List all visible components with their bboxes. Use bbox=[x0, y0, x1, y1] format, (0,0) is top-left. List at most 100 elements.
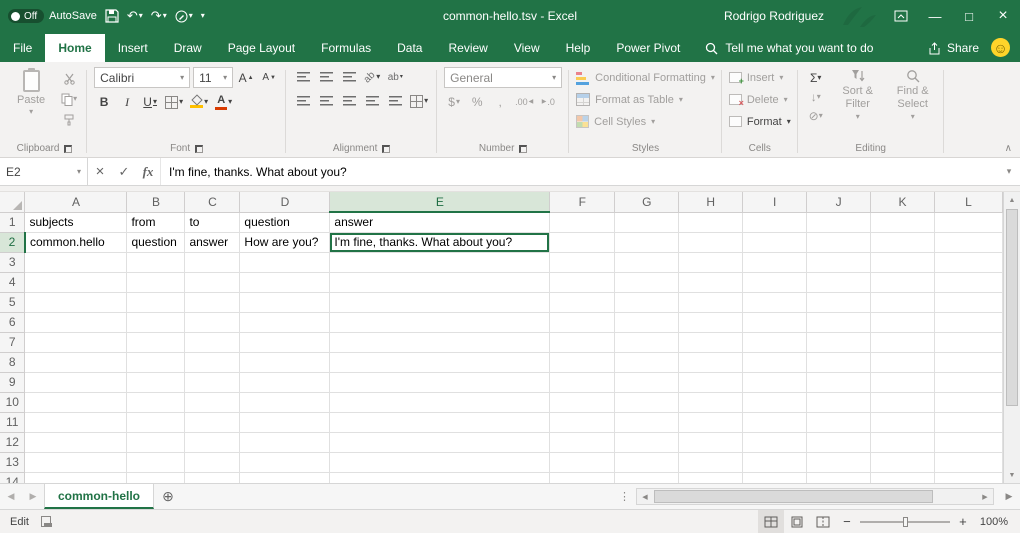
cell-L3[interactable] bbox=[934, 252, 1002, 272]
cell-A1[interactable]: subjects bbox=[25, 212, 127, 232]
cell-G1[interactable] bbox=[615, 212, 679, 232]
cell-F1[interactable] bbox=[550, 212, 615, 232]
column-header-L[interactable]: L bbox=[934, 192, 1002, 212]
orientation-button[interactable]: ab▾ bbox=[362, 67, 382, 87]
column-header-B[interactable]: B bbox=[127, 192, 185, 212]
sort-filter-button[interactable]: Sort & Filter ▾ bbox=[832, 67, 884, 123]
insert-cells-button[interactable]: +Insert▾ bbox=[729, 67, 791, 88]
cell-H4[interactable] bbox=[679, 272, 743, 292]
column-header-G[interactable]: G bbox=[615, 192, 679, 212]
tab-draw[interactable]: Draw bbox=[161, 34, 215, 62]
delete-cells-button[interactable]: ×Delete▾ bbox=[729, 89, 791, 110]
cell-H7[interactable] bbox=[679, 332, 743, 352]
cell-F3[interactable] bbox=[550, 252, 615, 272]
enter-entry-button[interactable]: ✓ bbox=[112, 158, 136, 185]
row-header-12[interactable]: 12 bbox=[0, 432, 25, 452]
cell-C6[interactable] bbox=[185, 312, 240, 332]
column-header-J[interactable]: J bbox=[807, 192, 871, 212]
cell-I6[interactable] bbox=[743, 312, 807, 332]
row-header-5[interactable]: 5 bbox=[0, 292, 25, 312]
cell-B3[interactable] bbox=[127, 252, 185, 272]
cell-C8[interactable] bbox=[185, 352, 240, 372]
wrap-text-button[interactable]: ab▾ bbox=[385, 67, 405, 87]
page-break-preview-button[interactable] bbox=[810, 510, 836, 533]
tab-home[interactable]: Home bbox=[45, 34, 104, 62]
formula-input[interactable]: I'm fine, thanks. What about you? bbox=[160, 158, 998, 185]
cell-B9[interactable] bbox=[127, 372, 185, 392]
cell-D2[interactable]: How are you? bbox=[240, 232, 330, 252]
cell-A6[interactable] bbox=[25, 312, 127, 332]
cell-H14[interactable] bbox=[679, 472, 743, 483]
cell-G7[interactable] bbox=[615, 332, 679, 352]
cell-I9[interactable] bbox=[743, 372, 807, 392]
increase-indent-button[interactable] bbox=[385, 91, 405, 111]
cell-H8[interactable] bbox=[679, 352, 743, 372]
cell-I10[interactable] bbox=[743, 392, 807, 412]
tab-insert[interactable]: Insert bbox=[105, 34, 161, 62]
decrease-decimal-button[interactable]: ▶.0 bbox=[538, 92, 558, 112]
cell-H12[interactable] bbox=[679, 432, 743, 452]
scroll-right-button[interactable]: ▶ bbox=[977, 489, 993, 504]
cell-C13[interactable] bbox=[185, 452, 240, 472]
cell-E6[interactable] bbox=[330, 312, 550, 332]
cell-J5[interactable] bbox=[807, 292, 871, 312]
column-header-K[interactable]: K bbox=[871, 192, 935, 212]
cell-B13[interactable] bbox=[127, 452, 185, 472]
cell-B14[interactable] bbox=[127, 472, 185, 483]
cell-A2[interactable]: common.hello bbox=[25, 232, 127, 252]
cell-F4[interactable] bbox=[550, 272, 615, 292]
tab-page-layout[interactable]: Page Layout bbox=[215, 34, 308, 62]
cell-J10[interactable] bbox=[807, 392, 871, 412]
cell-C14[interactable] bbox=[185, 472, 240, 483]
row-header-1[interactable]: 1 bbox=[0, 212, 25, 232]
insert-function-button[interactable]: fx bbox=[136, 158, 160, 185]
cell-E13[interactable] bbox=[330, 452, 550, 472]
cell-B5[interactable] bbox=[127, 292, 185, 312]
cell-F9[interactable] bbox=[550, 372, 615, 392]
cell-J12[interactable] bbox=[807, 432, 871, 452]
cell-E2[interactable]: I'm fine, thanks. What about you? bbox=[330, 232, 550, 252]
cell-F6[interactable] bbox=[550, 312, 615, 332]
cell-A3[interactable] bbox=[25, 252, 127, 272]
cell-C10[interactable] bbox=[185, 392, 240, 412]
page-layout-view-button[interactable] bbox=[784, 510, 810, 533]
cell-C3[interactable] bbox=[185, 252, 240, 272]
cell-L13[interactable] bbox=[934, 452, 1002, 472]
row-header-10[interactable]: 10 bbox=[0, 392, 25, 412]
undo-button[interactable]: ↶▾ bbox=[127, 8, 143, 24]
cell-L4[interactable] bbox=[934, 272, 1002, 292]
vertical-scroll-track[interactable] bbox=[1004, 208, 1020, 467]
cell-J1[interactable] bbox=[807, 212, 871, 232]
clipboard-dialog-launcher[interactable] bbox=[64, 145, 72, 153]
accounting-format-button[interactable]: $▾ bbox=[444, 92, 464, 112]
number-format-combo[interactable]: General▾ bbox=[444, 67, 562, 88]
cell-K1[interactable] bbox=[871, 212, 935, 232]
cell-H9[interactable] bbox=[679, 372, 743, 392]
cell-I3[interactable] bbox=[743, 252, 807, 272]
cell-H13[interactable] bbox=[679, 452, 743, 472]
save-button[interactable] bbox=[105, 9, 119, 23]
cell-J11[interactable] bbox=[807, 412, 871, 432]
cell-E7[interactable] bbox=[330, 332, 550, 352]
cell-E4[interactable] bbox=[330, 272, 550, 292]
cell-L14[interactable] bbox=[934, 472, 1002, 483]
cell-A12[interactable] bbox=[25, 432, 127, 452]
normal-view-button[interactable] bbox=[758, 510, 784, 533]
cell-D9[interactable] bbox=[240, 372, 330, 392]
cell-A14[interactable] bbox=[25, 472, 127, 483]
expand-formula-bar-button[interactable]: ▾ bbox=[998, 158, 1020, 185]
column-header-A[interactable]: A bbox=[25, 192, 127, 212]
zoom-in-button[interactable]: + bbox=[952, 514, 974, 529]
previous-sheet-button[interactable]: ◀ bbox=[0, 484, 22, 509]
redo-button[interactable]: ↷▾ bbox=[151, 8, 167, 24]
cell-J6[interactable] bbox=[807, 312, 871, 332]
format-painter-button[interactable] bbox=[58, 111, 80, 129]
cell-K3[interactable] bbox=[871, 252, 935, 272]
cell-C7[interactable] bbox=[185, 332, 240, 352]
cell-L2[interactable] bbox=[934, 232, 1002, 252]
conditional-formatting-button[interactable]: Conditional Formatting▾ bbox=[576, 67, 715, 88]
cell-L9[interactable] bbox=[934, 372, 1002, 392]
cell-A13[interactable] bbox=[25, 452, 127, 472]
cell-B2[interactable]: question bbox=[127, 232, 185, 252]
row-header-7[interactable]: 7 bbox=[0, 332, 25, 352]
